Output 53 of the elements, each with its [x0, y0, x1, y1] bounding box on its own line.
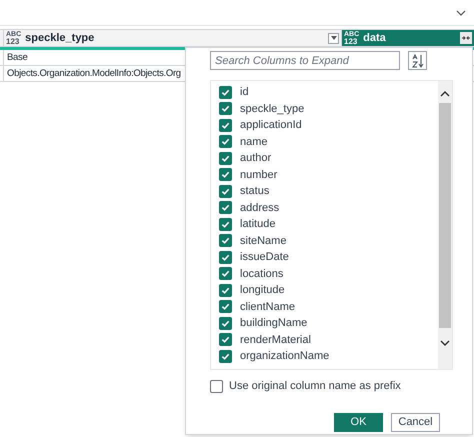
- scrollbar[interactable]: [438, 81, 452, 369]
- column-label: status: [240, 184, 270, 199]
- checkbox[interactable]: [219, 300, 232, 314]
- filter-dropdown-button[interactable]: [328, 32, 339, 44]
- checkbox[interactable]: [219, 152, 232, 165]
- chevron-down-icon[interactable]: [456, 10, 466, 16]
- column-label: clientName: [240, 300, 296, 314]
- checkbox[interactable]: [219, 86, 232, 99]
- prefix-label: Use original column name as prefix: [229, 379, 401, 394]
- sort-az-icon: [410, 54, 424, 68]
- column-label: renderMaterial: [240, 332, 311, 348]
- column-label: speckle_type: [240, 102, 304, 116]
- column-name: speckle_type: [25, 30, 96, 46]
- column-label: organizationName: [240, 349, 330, 364]
- column-label: number: [240, 168, 278, 182]
- search-field[interactable]: Search Columns to Expand: [210, 51, 400, 70]
- checkbox[interactable]: [219, 250, 232, 264]
- column-label: id: [240, 85, 249, 100]
- checkbox[interactable]: [219, 333, 232, 346]
- checkbox[interactable]: [219, 350, 232, 363]
- column-label: name: [240, 134, 268, 150]
- column-label: issueDate: [240, 250, 289, 265]
- scrollbar-thumb[interactable]: [439, 103, 451, 328]
- checkbox[interactable]: [219, 234, 232, 248]
- cancel-button[interactable]: Cancel: [391, 412, 440, 432]
- checkbox[interactable]: [219, 184, 232, 198]
- table-cell-text: Base: [6, 51, 28, 65]
- checkbox[interactable]: [219, 267, 232, 280]
- checkbox[interactable]: [219, 118, 232, 132]
- column-label: siteName: [240, 234, 286, 248]
- caret-icon: [330, 36, 336, 40]
- checkbox[interactable]: [210, 380, 223, 393]
- checkbox[interactable]: [219, 135, 232, 148]
- expand-icon[interactable]: [460, 32, 472, 44]
- scroll-up-icon[interactable]: [440, 91, 450, 97]
- column-name: data: [363, 30, 387, 46]
- ok-button[interactable]: OK: [334, 412, 383, 432]
- column-label: address: [240, 200, 280, 216]
- checkbox[interactable]: [219, 201, 232, 214]
- table-cell-text: Objects.Organization.ModelInfo:Objects.Org: [6, 67, 181, 81]
- column-label: locations: [240, 266, 284, 282]
- column-label: buildingName: [240, 316, 308, 331]
- sort-button[interactable]: [408, 51, 427, 70]
- checkbox[interactable]: [219, 168, 232, 182]
- column-label: longitude: [240, 283, 285, 298]
- checkbox[interactable]: [219, 102, 232, 116]
- checkbox[interactable]: [219, 316, 232, 330]
- checkbox[interactable]: [219, 218, 232, 231]
- column-label: applicationId: [240, 118, 302, 133]
- column-label: author: [240, 151, 272, 166]
- checkbox[interactable]: [219, 284, 232, 297]
- scroll-down-icon[interactable]: [440, 340, 450, 346]
- column-label: latitude: [240, 217, 276, 232]
